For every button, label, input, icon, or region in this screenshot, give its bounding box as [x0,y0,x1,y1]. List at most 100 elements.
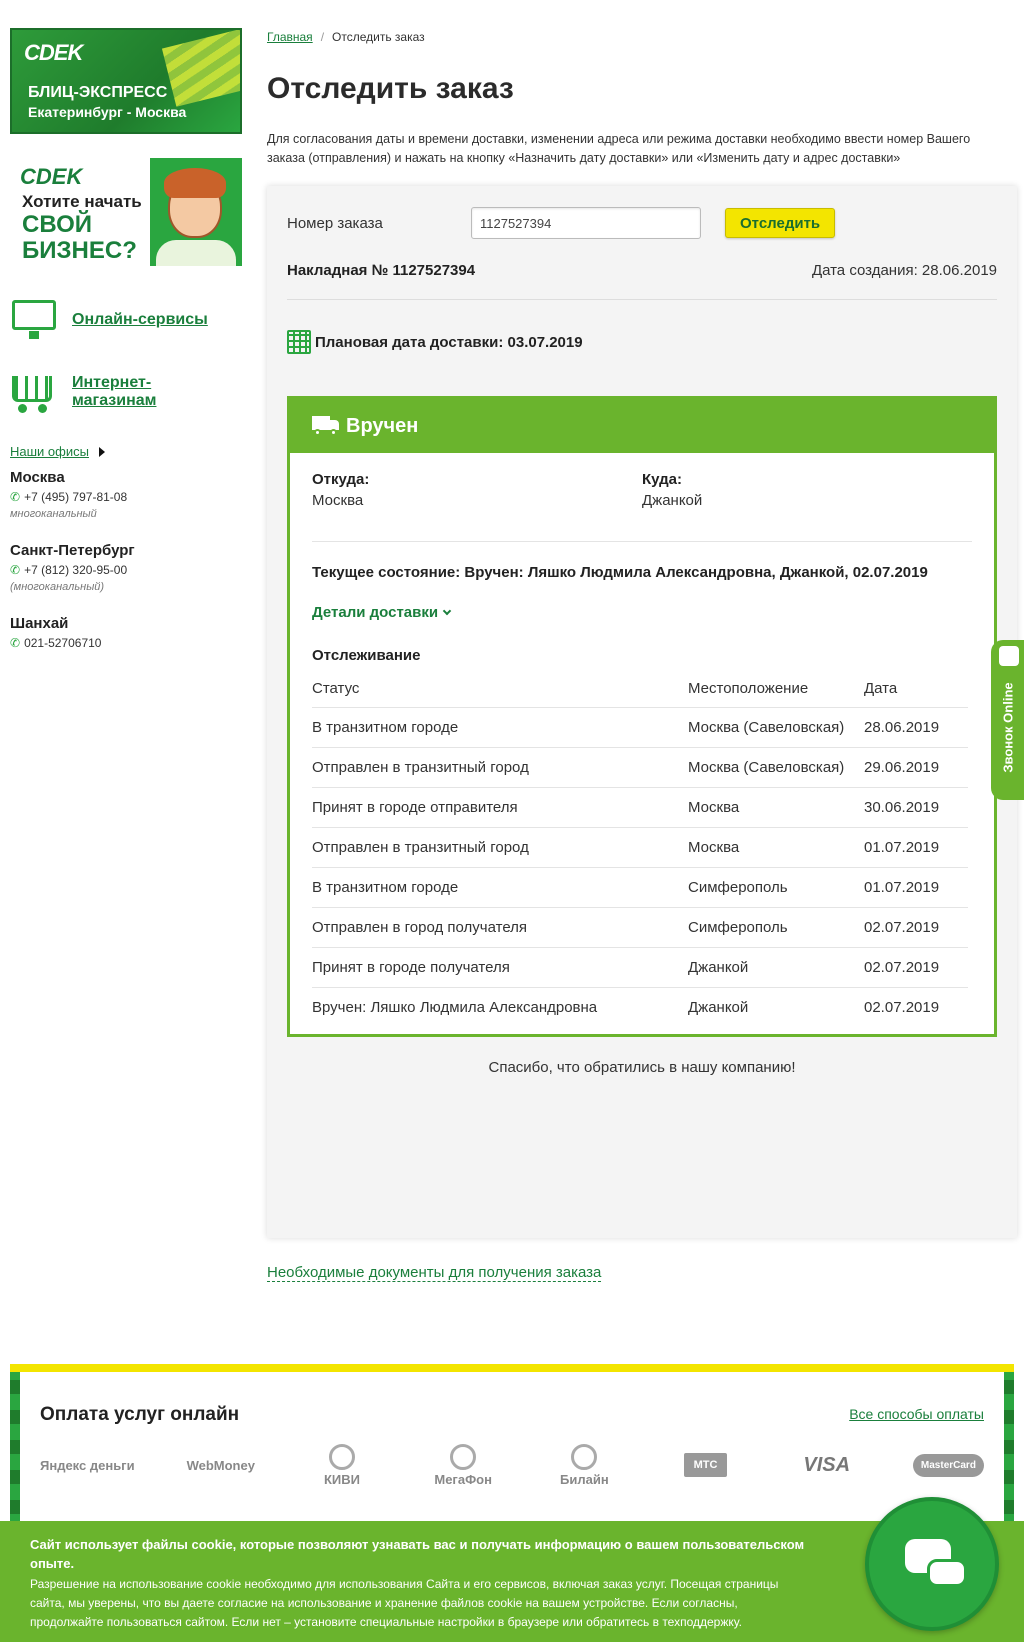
status-header: Вручен [290,399,994,453]
planned-delivery-text: Плановая дата доставки: 03.07.2019 [315,333,583,351]
megafon-icon [450,1443,477,1470]
call-online-label[interactable]: Звонок Online [1001,673,1016,783]
phone-note: многоканальный [10,508,97,520]
phone-number[interactable]: +7 (812) 320-95-00 [24,563,127,577]
qiwi-icon [328,1443,355,1470]
table-row: Отправлен в город получателя Симферополь 0… [312,907,968,948]
route-to: Куда: Джанкой [642,471,972,509]
delivery-details-toggle[interactable]: Детали доставки [312,604,972,621]
cell-location: Джанкой [688,947,864,988]
cell-date: 28.06.2019 [864,707,968,748]
beeline-logo[interactable]: Билайн [549,1443,619,1487]
cell-location: Москва (Савеловская) [688,747,864,788]
truck-icon [312,416,340,436]
to-label: Куда: [642,471,682,488]
online-services-item[interactable]: Онлайн-сервисы [10,298,242,342]
cell-location: Москва [688,827,864,868]
qiwi-label: КИВИ [323,1471,360,1487]
blitz-express-banner[interactable]: CDEK БЛИЦ-ЭКСПРЕСС Екатеринбург - Москва [10,28,242,134]
tracking-table: Статус Местоположение Дата В транзитном … [312,672,968,1034]
phone-number[interactable]: 021-52706710 [24,636,101,650]
visa-logo[interactable]: VISA [792,1454,862,1477]
yandex-money-logo[interactable]: Яндекс деньги [40,1458,135,1473]
table-row: Принят в городе получателя Джанкой 02.07.2… [312,947,968,988]
route-from: Откуда: Москва [312,471,642,509]
cell-status: Отправлен в транзитный город [312,747,688,788]
breadcrumb-separator: / [320,30,325,44]
status-body: Откуда: Москва Куда: Джанкой Текущее сос… [290,453,994,1034]
table-row: В транзитном городе Москва (Савеловская) 2… [312,707,968,748]
cell-date: 02.07.2019 [864,999,940,1016]
divider [312,541,972,542]
column-header-status: Статус [312,672,688,708]
cell-date: 01.07.2019 [864,827,968,868]
city-phone[interactable]: ✆ +7 (495) 797-81-08 [10,490,242,504]
required-documents-link[interactable]: Необходимые документы для получения зака… [267,1264,602,1282]
breadcrumb-home[interactable]: Главная [267,30,313,44]
qiwi-logo[interactable]: КИВИ [307,1443,377,1487]
office-moscow: Москва ✆ +7 (495) 797-81-08 многоканальны… [10,469,242,520]
order-search-row: Номер заказа Отследить [287,206,997,240]
sidebar: CDEK БЛИЦ-ЭКСПРЕСС Екатеринбург - Москва… [10,28,242,650]
from-label: Откуда: [312,471,370,488]
table-row: Вручен: Ляшко Людмила Александровна Джанк… [312,988,968,1035]
cart-icon [10,370,58,414]
business-banner[interactable]: CDEK Хотите начать СВОЙ БИЗНЕС? [10,158,242,266]
banner-decoration [161,30,240,107]
cell-location: Москва (Савеловская) [688,707,864,748]
banner-headline-line1: СВОЙ [22,211,92,238]
all-payment-methods-link[interactable]: Все способы оплаты [849,1406,984,1422]
cell-status: Отправлен в транзитный город [312,827,688,868]
beeline-icon [571,1443,598,1470]
table-row: Отправлен в транзитный город Москва (Саве… [312,747,968,788]
cell-status: Принят в городе получателя [312,947,688,988]
internet-shops-link[interactable]: Интернет-магазинам [72,374,182,410]
cdek-logo: CDEK [20,164,83,189]
to-value: Джанкой [642,492,703,509]
track-button[interactable]: Отследить [725,208,836,238]
table-row: Отправлен в транзитный город Москва 01.07.… [312,827,968,868]
beeline-label: Билайн [560,1471,609,1487]
city-name: Москва [10,469,65,486]
chat-bubble-icon [927,1559,967,1587]
chat-button[interactable] [865,1497,999,1631]
offices-link[interactable]: Наши офисы [10,444,242,459]
phone-note: (многоканальный) [10,581,105,593]
banner-question: Хотите начать [22,192,142,211]
current-state: Текущее состояние: Вручен: Ляшко Людмила… [312,564,928,581]
cell-date: 02.07.2019 [864,947,968,988]
payment-logos: Яндекс деньги WebMoney КИВИ МегаФон Била… [40,1440,984,1490]
documents-link-row: Необходимые документы для получения зака… [267,1264,1017,1282]
column-header-location: Местоположение [688,672,864,708]
breadcrumb: Главная / Отследить заказ [267,30,1017,44]
call-online-tab[interactable]: Звонок Online [991,640,1024,800]
mts-logo[interactable]: МТС [671,1453,741,1477]
divider [287,299,997,300]
triangle-right-icon [98,446,105,457]
order-number-input[interactable] [471,207,701,239]
cell-date: 02.07.2019 [864,907,968,948]
mastercard-logo[interactable]: MasterCard [912,1453,984,1477]
city-phone[interactable]: ✆ +7 (812) 320-95-00 [10,563,242,577]
webmoney-logo[interactable]: WebMoney [186,1458,256,1473]
payment-title: Оплата услуг онлайн [40,1404,240,1425]
cell-date: 29.06.2019 [864,747,968,788]
invoice-created-date: Дата создания: 28.06.2019 [811,262,997,279]
phone-number[interactable]: +7 (495) 797-81-08 [24,490,127,504]
city-name: Санкт-Петербург [10,542,135,559]
invoice-row: Накладная № 1127527394 Дата создания: 28… [287,262,997,279]
offices-link-label[interactable]: Наши офисы [10,444,89,459]
internet-shops-item[interactable]: Интернет-магазинам [10,370,242,414]
delivery-details-label[interactable]: Детали доставки [312,604,438,621]
column-header-date: Дата [864,672,968,708]
mastercard-label: MasterCard [912,1453,984,1477]
mts-label: МТС [683,1453,728,1477]
cell-location: Москва [688,787,864,828]
table-row: Принят в городе отправителя Москва 30.06.2… [312,787,968,828]
cell-status: В транзитном городе [312,867,688,908]
megafon-logo[interactable]: МегаФон [428,1443,498,1487]
city-phone[interactable]: ✆ 021-52706710 [10,636,242,650]
phone-icon [999,646,1019,666]
online-services-link[interactable]: Онлайн-сервисы [72,311,208,329]
cookie-text: Разрешение на использование cookie необх… [30,1577,779,1629]
